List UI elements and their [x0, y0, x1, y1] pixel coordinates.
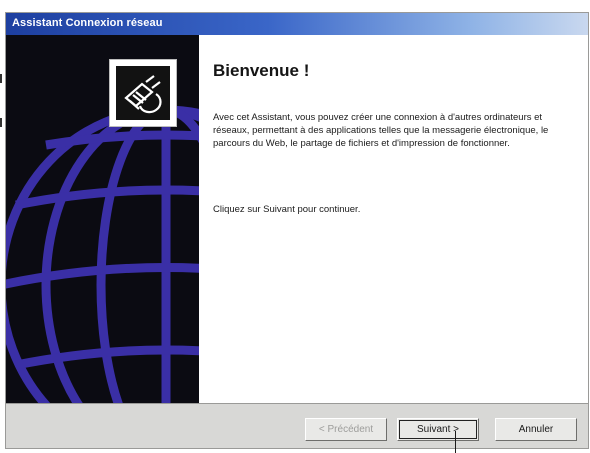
window-title: Assistant Connexion réseau [12, 17, 163, 29]
callout-line [455, 431, 456, 453]
wizard-side-panel [6, 35, 199, 403]
welcome-description: Avec cet Assistant, vous pouvez créer un… [213, 112, 549, 149]
title-bar[interactable]: Assistant Connexion réseau [6, 13, 588, 35]
wizard-body: Bienvenue ! Avec cet Assistant, vous pou… [6, 35, 588, 403]
edge-mark [0, 74, 2, 83]
network-wizard-window: Assistant Connexion réseau Bienvenue ! A… [5, 12, 589, 449]
network-connection-plug-icon [109, 59, 177, 127]
continue-instruction: Cliquez sur Suivant pour continuer. [213, 204, 361, 215]
button-bar: < Précédent Suivant > Annuler [6, 403, 588, 448]
edge-mark [0, 118, 2, 127]
welcome-content: Bienvenue ! Avec cet Assistant, vous pou… [211, 35, 574, 403]
previous-button[interactable]: < Précédent [305, 418, 387, 441]
cancel-button[interactable]: Annuler [495, 418, 577, 441]
next-button[interactable]: Suivant > [397, 418, 479, 441]
page-title: Bienvenue ! [213, 61, 310, 80]
